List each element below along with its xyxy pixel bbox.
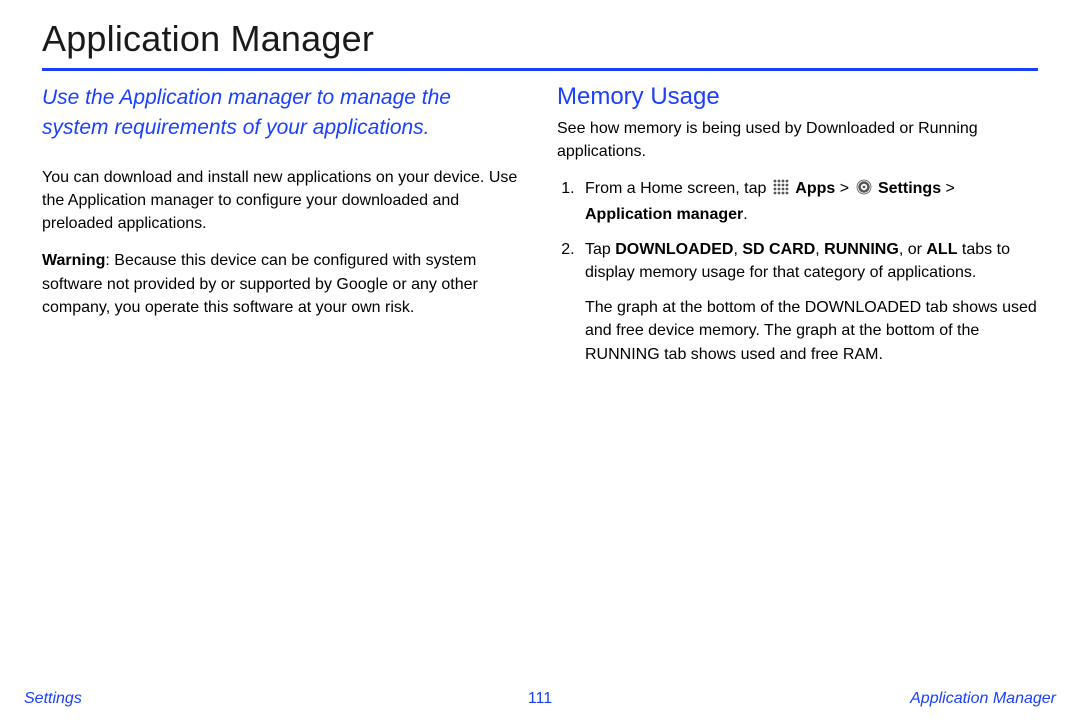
step-2-sdcard: SD CARD [742,241,815,258]
step-2-all: ALL [926,241,957,258]
title-rule [42,68,1038,71]
step-1-gt2: > [941,180,955,197]
footer-right: Application Manager [910,690,1056,708]
step-1-appmgr: Application manager [585,206,743,223]
step-2-c2: , [815,241,824,258]
right-column: Memory Usage See how memory is being use… [557,83,1038,378]
warning-label: Warning [42,252,105,269]
footer-left: Settings [24,690,82,708]
memory-usage-lead: See how memory is being used by Download… [557,117,1038,163]
step-2-running: RUNNING [824,241,899,258]
two-column-layout: Use the Application manager to manage th… [42,83,1038,378]
page-title: Application Manager [42,18,1038,66]
footer-page-number: 111 [528,690,552,708]
intro-blurb: Use the Application manager to manage th… [42,83,523,144]
document-page: Application Manager Use the Application … [0,0,1080,720]
warning-text: : Because this device can be configured … [42,252,478,315]
step-1-gt1: > [835,180,853,197]
settings-icon [856,179,872,202]
step-2: Tap DOWNLOADED, SD CARD, RUNNING, or ALL… [579,238,1038,366]
step-1-prefix: From a Home screen, tap [585,180,771,197]
memory-usage-heading: Memory Usage [557,83,1038,111]
step-1-settings: Settings [878,180,941,197]
apps-icon [773,179,789,202]
step-2-downloaded: DOWNLOADED [615,241,733,258]
step-2-after: The graph at the bottom of the DOWNLOADE… [585,296,1038,366]
step-1: From a Home screen, tap Apps > [579,177,1038,225]
left-paragraph-1: You can download and install new applica… [42,166,523,236]
warning-paragraph: Warning: Because this device can be conf… [42,249,523,319]
left-column: Use the Application manager to manage th… [42,83,523,378]
step-2-prefix: Tap [585,241,615,258]
steps-list: From a Home screen, tap Apps > [557,177,1038,365]
page-footer: Settings 111 Application Manager [0,690,1080,708]
step-1-apps: Apps [795,180,835,197]
step-2-c3: , or [899,241,927,258]
step-1-period: . [743,206,747,223]
